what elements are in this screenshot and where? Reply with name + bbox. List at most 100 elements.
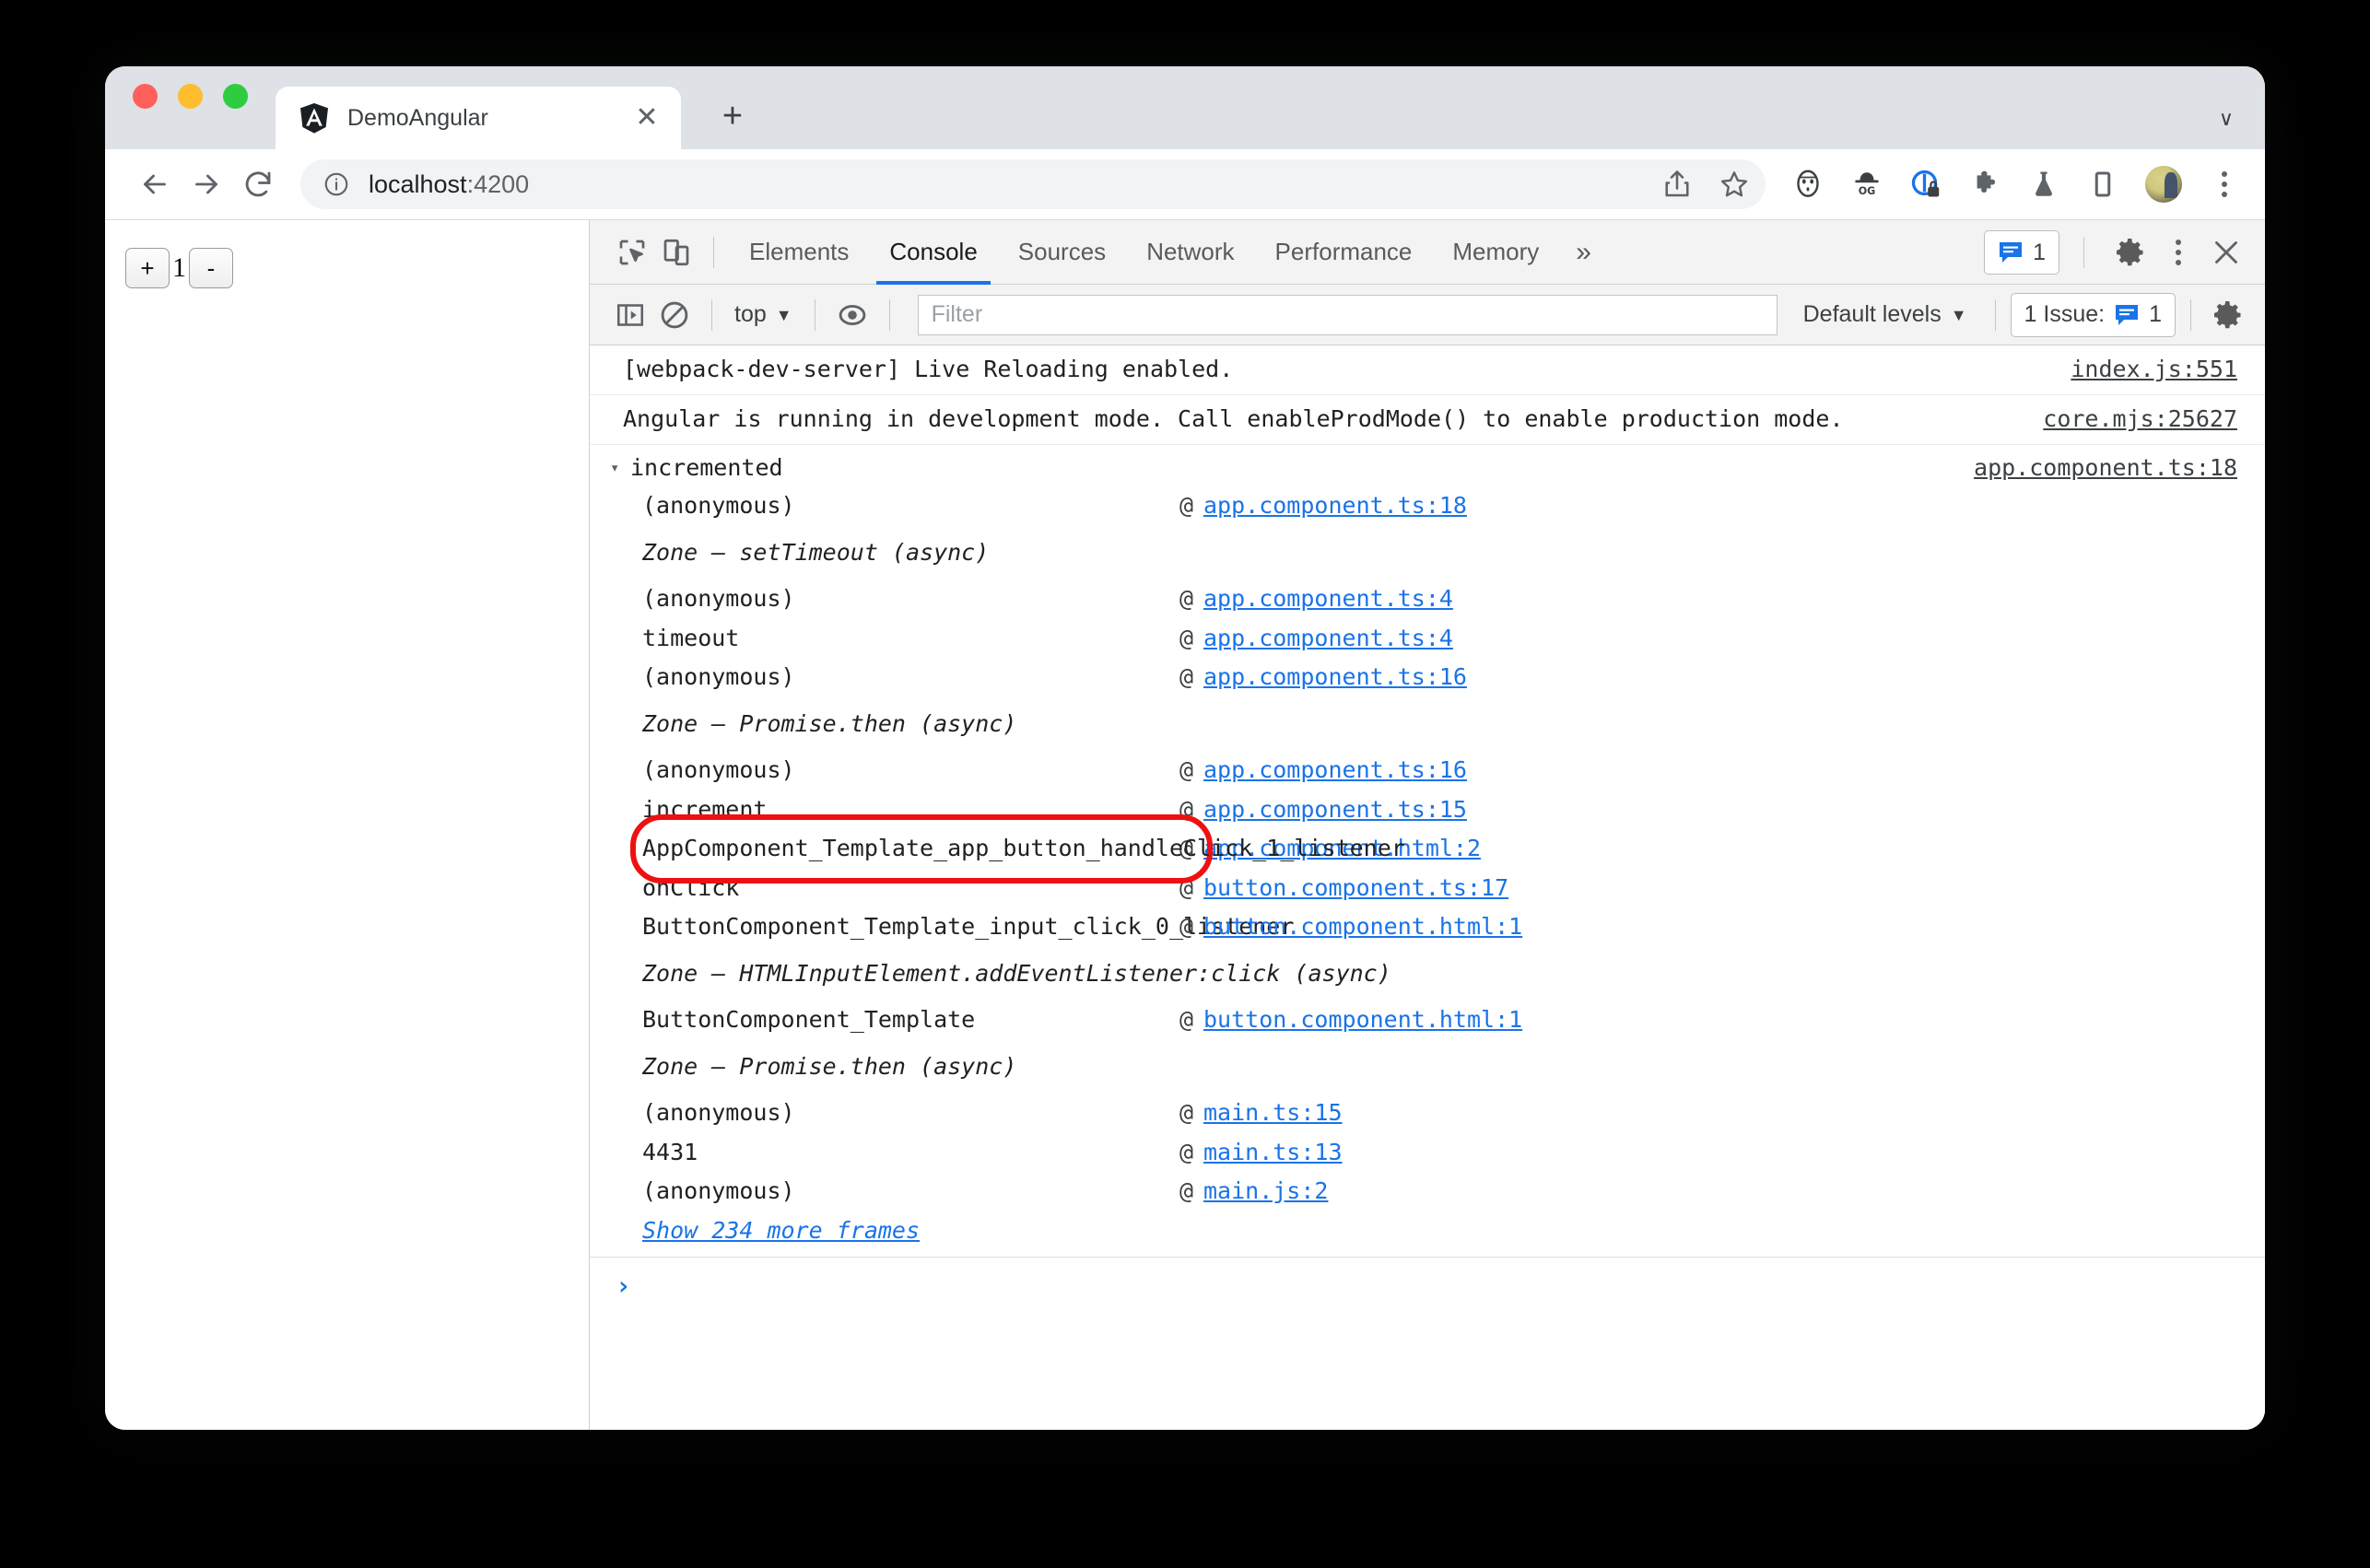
divider [2190,298,2191,331]
increment-button[interactable]: + [125,248,170,288]
mask-icon[interactable] [1791,168,1824,201]
address-bar[interactable]: localhost:4200 [300,159,1766,209]
chevron-down-icon[interactable]: ∨ [2219,107,2234,131]
tab-console[interactable]: Console [869,220,997,285]
tab-network[interactable]: Network [1126,220,1254,285]
live-expression-icon[interactable] [830,293,874,337]
stack-frame-link[interactable]: app.component.ts:16 [1203,662,1467,693]
stack-frame-link[interactable]: app.component.ts:4 [1203,624,1453,654]
inspect-element-icon[interactable] [610,230,654,275]
stack-frame-link[interactable]: main.js:2 [1203,1176,1328,1207]
log-levels-select[interactable]: Default levels ▼ [1790,301,1980,328]
site-info-icon[interactable] [323,170,350,198]
console-message-list[interactable]: [webpack-dev-server] Live Reloading enab… [590,345,2265,1430]
issues-chip[interactable]: 1 Issue: 1 [2010,292,2176,337]
decrement-button[interactable]: - [189,248,233,288]
og-hat-icon[interactable]: OG [1850,168,1883,201]
tab-performance[interactable]: Performance [1255,220,1433,285]
stack-frame-link[interactable]: app.component.ts:15 [1203,795,1467,825]
console-sidebar-icon[interactable] [608,293,652,337]
console-message[interactable]: Angular is running in development mode. … [590,395,2265,445]
forward-button[interactable] [181,158,232,210]
more-options-icon[interactable] [2162,236,2195,269]
puzzle-extension-icon[interactable] [1968,168,2001,201]
stack-frame[interactable]: (anonymous) @ main.js:2 [590,1172,2265,1211]
stack-frame-link[interactable]: button.component.html:1 [1203,1005,1522,1036]
minimize-window-button[interactable] [178,83,203,109]
message-count-badge[interactable]: 1 [1984,230,2059,275]
close-tab-button[interactable]: ✕ [631,102,663,134]
clear-console-icon[interactable] [652,293,697,337]
console-group-title: incremented [630,454,783,481]
stack-frame-at-symbol: @ [1179,663,1194,690]
stack-frame[interactable]: ButtonComponent_Template_input_click_0_l… [590,907,2265,947]
new-tab-button[interactable]: + [712,96,753,136]
stack-frame-at-symbol: @ [1179,1177,1194,1204]
console-group-header[interactable]: ▾ incremented app.component.ts:18 [590,445,2265,486]
console-message[interactable]: [webpack-dev-server] Live Reloading enab… [590,345,2265,395]
maximize-window-button[interactable] [223,83,248,109]
profile-avatar[interactable] [2145,166,2182,203]
stack-frame-name: Zone — HTMLInputElement.addEventListener… [642,959,1391,987]
devtools-tabbar: Elements Console Sources Network Perform… [590,220,2265,285]
close-window-button[interactable] [133,83,158,109]
stack-frame-at-symbol: @ [1179,1138,1194,1165]
stack-frame-async[interactable]: Zone — Promise.then (async) [590,697,2265,752]
stack-frame-link[interactable]: app.component.ts:18 [1203,491,1467,521]
stack-frame-link[interactable]: main.ts:13 [1203,1138,1343,1168]
privacy-lock-icon[interactable] [1909,168,1942,201]
devtools-tabs: Elements Console Sources Network Perform… [729,220,1608,285]
stack-frame[interactable]: (anonymous) @ main.ts:15 [590,1094,2265,1133]
filter-input[interactable]: Filter [917,294,1778,335]
console-source-link[interactable]: app.component.ts:18 [1974,454,2237,481]
tab-elements[interactable]: Elements [729,220,869,285]
execution-context-value: top [734,301,767,327]
execution-context-select[interactable]: top ▼ [727,301,800,328]
device-toolbar-icon[interactable] [654,230,698,275]
tab-sources[interactable]: Sources [998,220,1126,285]
tab-strip: DemoAngular ✕ + ∨ [105,66,2265,149]
svg-text:OG: OG [1859,185,1876,197]
stack-frame[interactable]: (anonymous) @ app.component.ts:4 [590,579,2265,619]
back-button[interactable] [129,158,181,210]
chevron-down-icon[interactable]: ▾ [610,454,630,481]
stack-frame[interactable]: (anonymous) @ app.component.ts:18 [590,486,2265,526]
stack-frame-link[interactable]: app.component.ts:4 [1203,584,1453,614]
stack-frame[interactable]: onClick @ button.component.ts:17 [590,869,2265,908]
console-prompt[interactable]: › [590,1256,2265,1314]
star-icon[interactable] [1718,168,1751,201]
stack-frame-async[interactable]: Zone — setTimeout (async) [590,526,2265,580]
stack-frame[interactable]: 4431 @ main.ts:13 [590,1133,2265,1173]
stack-frame[interactable]: increment @ app.component.ts:15 [590,790,2265,830]
more-tabs-icon[interactable]: » [1559,237,1608,268]
gear-icon[interactable] [2206,293,2250,337]
reading-list-icon[interactable] [2086,168,2119,201]
stack-frame-name: ButtonComponent_Template_input_click_0_l… [642,913,1295,940]
browser-tab[interactable]: DemoAngular ✕ [276,87,681,149]
stack-frame-async[interactable]: Zone — HTMLInputElement.addEventListener… [590,947,2265,1001]
flask-icon[interactable] [2027,168,2060,201]
stack-frame[interactable]: (anonymous) @ app.component.ts:16 [590,658,2265,697]
stack-frame[interactable]: (anonymous) @ app.component.ts:16 [590,751,2265,790]
close-icon[interactable] [2204,230,2248,275]
share-icon[interactable] [1660,168,1694,201]
stack-frame-link[interactable]: main.ts:15 [1203,1098,1343,1129]
stack-frame[interactable]: AppComponent_Template_app_button_handleC… [590,829,2265,869]
reload-button[interactable] [232,158,284,210]
console-source-link[interactable]: core.mjs:25627 [2043,404,2237,434]
stack-frame-link[interactable]: app.component.ts:16 [1203,755,1467,786]
message-count: 1 [2033,239,2046,265]
stack-frame-name: AppComponent_Template_app_button_handleC… [642,835,1405,861]
stack-frame[interactable]: timeout @ app.component.ts:4 [590,619,2265,659]
console-source-link[interactable]: index.js:551 [2071,354,2237,384]
stack-frame-link[interactable]: button.component.html:1 [1203,912,1522,942]
gear-icon[interactable] [2108,230,2153,275]
stack-frame[interactable]: ButtonComponent_Template @ button.componen… [590,1000,2265,1040]
show-more-frames-link[interactable]: Show 234 more frames [590,1211,2265,1251]
tab-memory[interactable]: Memory [1432,220,1559,285]
stack-frame-name: 4431 [642,1138,698,1165]
stack-frame-async[interactable]: Zone — Promise.then (async) [590,1040,2265,1094]
chrome-menu-icon[interactable] [2208,168,2241,201]
stack-frame-link[interactable]: button.component.ts:17 [1203,873,1508,904]
tab-title: DemoAngular [347,104,488,131]
